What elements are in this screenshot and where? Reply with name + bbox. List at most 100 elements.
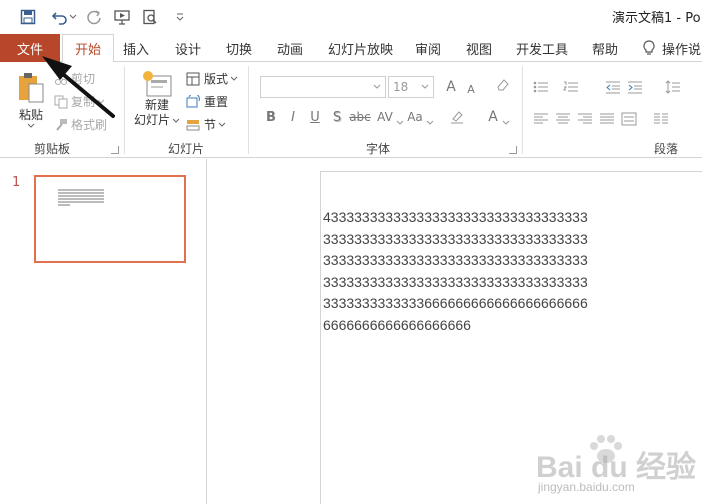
thumbnail-text-line xyxy=(58,195,104,197)
chevron-down-icon xyxy=(97,99,105,104)
tab-transitions[interactable]: 切换 xyxy=(226,34,252,62)
font-size-value: 18 xyxy=(393,80,409,94)
slide-thumbnail-pane: 1 xyxy=(0,159,207,504)
clipboard-group-label: 剪贴板 xyxy=(34,142,71,156)
section-label: 节 xyxy=(204,118,217,132)
paste-label: 粘贴 xyxy=(18,108,43,122)
align-right-icon[interactable] xyxy=(576,110,594,128)
watermark-url: jingyan.baidu.com xyxy=(538,480,635,494)
copy-button[interactable]: 复制 xyxy=(54,93,105,110)
chevron-down-icon[interactable] xyxy=(502,114,510,132)
paintbrush-icon xyxy=(56,118,67,131)
layout-icon xyxy=(186,72,200,85)
slide-text-box[interactable]: 4333333333333333333333333333333333333333… xyxy=(323,207,593,336)
paragraph-group-label: 段落 xyxy=(654,142,679,156)
cut-button[interactable]: 剪切 xyxy=(54,70,95,87)
bold-button[interactable]: B xyxy=(262,108,280,126)
font-dialog-launcher-icon[interactable] xyxy=(509,146,517,154)
tab-developer[interactable]: 开发工具 xyxy=(516,34,568,62)
redo-icon[interactable] xyxy=(84,7,104,27)
layout-label: 版式 xyxy=(204,72,229,86)
chevron-down-icon xyxy=(27,123,35,128)
scissors-icon xyxy=(55,72,67,85)
layout-button[interactable]: 版式 xyxy=(186,70,238,87)
clear-formatting-icon[interactable] xyxy=(494,76,512,94)
chevron-down-icon[interactable] xyxy=(426,114,434,132)
tab-review[interactable]: 审阅 xyxy=(415,34,441,62)
start-from-beginning-icon[interactable] xyxy=(112,7,132,27)
save-icon[interactable] xyxy=(18,7,38,27)
tab-help[interactable]: 帮助 xyxy=(592,34,618,62)
change-case-button[interactable]: Aa xyxy=(404,108,426,126)
format-painter-button[interactable]: 格式刷 xyxy=(54,116,107,133)
tab-view[interactable]: 视图 xyxy=(466,34,492,62)
line-spacing-icon[interactable] xyxy=(664,78,682,96)
ribbon-tabs: 文件 开始 插入 设计 切换 动画 幻灯片放映 审阅 视图 开发工具 帮助 操作… xyxy=(0,34,702,63)
thumbnail-text-line xyxy=(58,198,104,200)
columns-icon[interactable] xyxy=(652,110,670,128)
font-color-button[interactable]: A xyxy=(484,108,502,126)
tab-design[interactable]: 设计 xyxy=(175,34,201,62)
thumbnail-text-line xyxy=(58,201,104,203)
italic-button[interactable]: I xyxy=(284,108,302,126)
increase-indent-icon[interactable] xyxy=(626,78,644,96)
font-size-combo[interactable]: 18 xyxy=(388,76,434,98)
thumbnail-text-line xyxy=(58,192,104,194)
watermark: Bai du 经验 jingyan.baidu.com xyxy=(530,430,696,500)
new-slide-button[interactable]: 新建 幻灯片 xyxy=(134,70,180,128)
slide-number: 1 xyxy=(12,175,21,190)
numbering-icon[interactable] xyxy=(562,78,580,96)
print-preview-icon[interactable] xyxy=(140,7,160,27)
tab-file[interactable]: 文件 xyxy=(0,34,60,62)
thumbnail-text-line xyxy=(58,189,104,191)
font-name-combo[interactable] xyxy=(260,76,386,98)
tab-animations[interactable]: 动画 xyxy=(277,34,303,62)
strikethrough-button[interactable]: abc xyxy=(348,108,372,126)
grow-font-button[interactable]: A xyxy=(442,78,460,96)
bullets-icon[interactable] xyxy=(532,78,550,96)
slides-group-label: 幻灯片 xyxy=(168,142,205,156)
title-bar: 演示文稿1 - Po xyxy=(0,0,702,34)
character-spacing-button[interactable]: AV xyxy=(374,108,396,126)
reset-label: 重置 xyxy=(204,95,229,109)
group-separator xyxy=(124,66,125,154)
tab-insert[interactable]: 插入 xyxy=(123,34,149,62)
chevron-down-icon xyxy=(218,122,226,127)
chevron-down-icon[interactable] xyxy=(396,114,404,132)
tab-home[interactable]: 开始 xyxy=(62,34,115,63)
new-slide-icon xyxy=(143,71,172,97)
align-center-icon[interactable] xyxy=(554,110,572,128)
section-button[interactable]: 节 xyxy=(186,116,226,133)
ribbon-home: 粘贴 剪切 复制 格式刷 剪贴板 新建 幻灯片 版式 重置 节 幻灯片 18 A… xyxy=(0,62,702,158)
shadow-button[interactable]: S xyxy=(328,108,346,126)
paste-button[interactable]: 粘贴 xyxy=(16,72,46,129)
undo-dropdown-icon[interactable] xyxy=(68,7,78,27)
customize-qat-icon[interactable] xyxy=(170,7,190,27)
highlight-icon[interactable] xyxy=(448,108,466,126)
section-icon xyxy=(186,119,200,130)
group-separator xyxy=(522,66,523,154)
justify-icon[interactable] xyxy=(598,110,616,128)
tab-slideshow[interactable]: 幻灯片放映 xyxy=(328,34,393,62)
font-group-label: 字体 xyxy=(366,142,391,156)
copy-label: 复制 xyxy=(71,95,96,109)
chevron-down-icon xyxy=(172,118,180,123)
document-title: 演示文稿1 - Po xyxy=(612,11,701,26)
undo-icon[interactable] xyxy=(50,7,70,27)
align-left-icon[interactable] xyxy=(532,110,550,128)
lightbulb-icon xyxy=(643,40,655,55)
distributed-icon[interactable] xyxy=(620,110,638,128)
new-slide-label-1: 新建 xyxy=(145,98,170,112)
tell-me-box[interactable]: 操作说 xyxy=(642,34,701,62)
reset-button[interactable]: 重置 xyxy=(186,93,228,110)
decrease-indent-icon[interactable] xyxy=(604,78,622,96)
underline-button[interactable]: U xyxy=(306,108,324,126)
shrink-font-button[interactable]: A xyxy=(462,80,480,98)
chevron-down-icon xyxy=(421,84,429,89)
slide-thumbnail[interactable] xyxy=(34,175,186,263)
clipboard-dialog-launcher-icon[interactable] xyxy=(111,146,119,154)
reset-icon xyxy=(186,94,200,107)
chevron-down-icon xyxy=(230,76,238,81)
new-slide-label-2: 幻灯片 xyxy=(134,113,171,127)
copy-icon xyxy=(54,95,68,108)
